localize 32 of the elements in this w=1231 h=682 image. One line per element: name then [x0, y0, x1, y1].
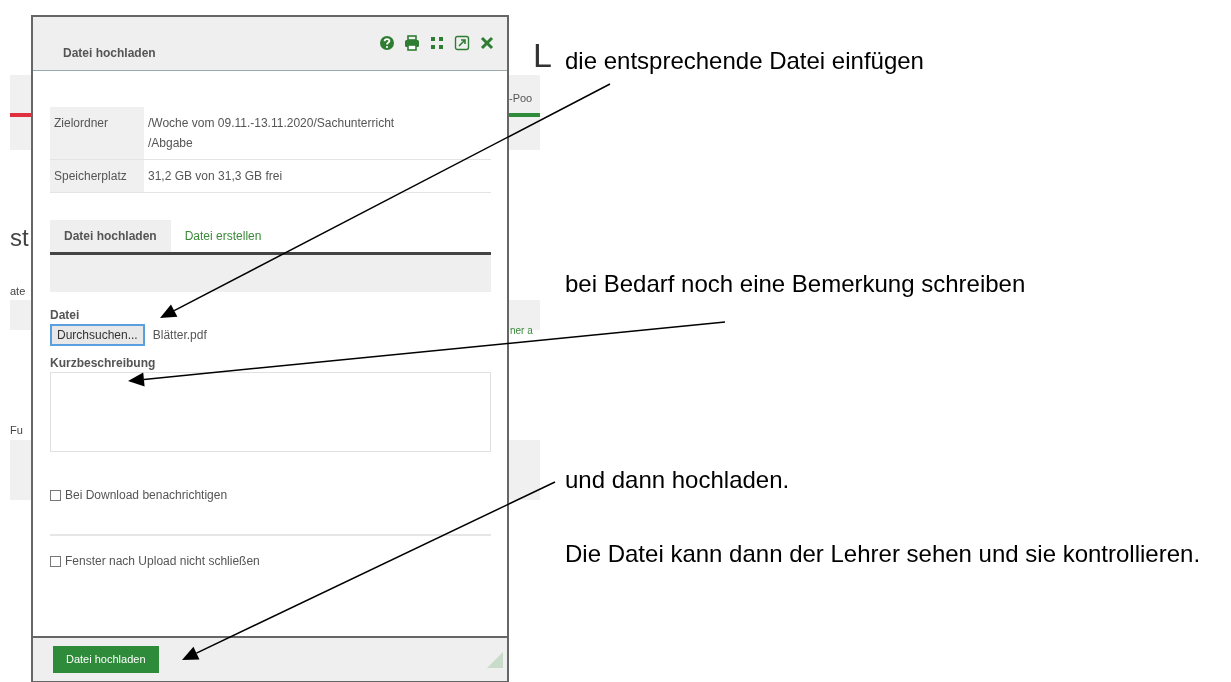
annotation-text: Die Datei kann dann der Lehrer sehen und sie kontrollieren.	[565, 539, 1202, 569]
tab[interactable]: Datei erstellen	[170, 220, 276, 252]
bg-label: Fu	[10, 423, 23, 438]
browse-button[interactable]: Durchsuchen...	[50, 324, 145, 346]
info-label: Speicherplatz	[50, 159, 144, 193]
checkbox[interactable]	[50, 489, 61, 501]
tab[interactable]: Datei hochladen	[50, 220, 171, 252]
upload-button[interactable]: Datei hochladen	[53, 646, 159, 673]
bg-nav-text: -Poo	[509, 91, 533, 106]
bg-title: st	[10, 223, 29, 253]
checkbox-label: Bei Download benachrichtigen	[65, 487, 228, 504]
dialog-title: Datei hochladen	[63, 45, 156, 62]
checkbox-label: Fenster nach Upload nicht schließen	[65, 553, 260, 570]
close-icon[interactable]	[479, 34, 495, 51]
checkbox[interactable]	[50, 555, 61, 567]
resize-grip-icon[interactable]	[487, 651, 503, 668]
bg-heading: L	[533, 35, 552, 76]
popout-icon[interactable]	[454, 34, 470, 51]
description-field[interactable]	[50, 372, 491, 452]
annotation-text: und dann hochladen.	[565, 465, 790, 495]
bg-label: ate	[10, 284, 26, 299]
info-value: 31,2 GB von 31,3 GB frei	[144, 159, 491, 193]
info-label: Zielordner	[50, 107, 144, 160]
fullscreen-icon[interactable]	[429, 34, 445, 51]
print-icon[interactable]	[404, 34, 420, 51]
file-name: Blätter.pdf	[152, 327, 207, 344]
annotation-text: bei Bedarf noch eine Bemerkung schreiben	[565, 269, 1026, 299]
field-label: Kurzbeschreibung	[50, 355, 156, 372]
annotation-text: die entsprechende Datei einfügen	[565, 46, 924, 76]
help-icon[interactable]	[379, 34, 395, 51]
info-value: /Woche vom 09.11.-13.11.2020/Sachunterricht /Abgabe	[144, 107, 491, 160]
field-label: Datei	[50, 307, 80, 324]
